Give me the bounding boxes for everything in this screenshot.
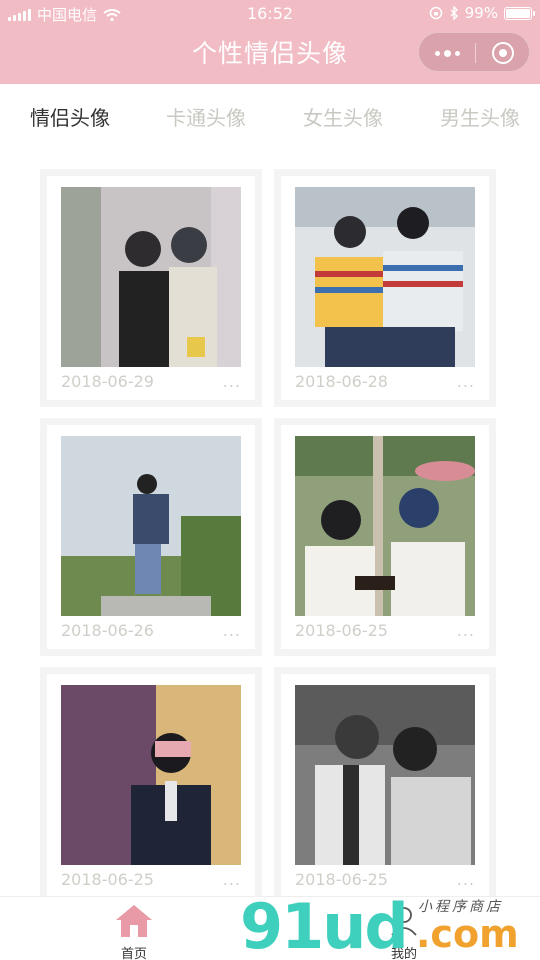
avatar-card[interactable]: 2018-06-28 ... bbox=[274, 169, 496, 407]
miniprogram-capsule bbox=[418, 32, 530, 72]
item-date: 2018-06-25 bbox=[295, 870, 388, 889]
tab-cartoon-avatar[interactable]: 卡通头像 bbox=[166, 102, 246, 131]
more-icon[interactable]: ... bbox=[457, 870, 475, 889]
avatar-photo bbox=[61, 436, 241, 616]
category-tabs: 情侣头像 卡通头像 女生头像 男生头像 bbox=[0, 84, 540, 146]
avatar-photo bbox=[295, 436, 475, 616]
item-date: 2018-06-28 bbox=[295, 372, 388, 391]
tab-couple-avatar[interactable]: 情侣头像 bbox=[30, 102, 110, 131]
close-miniprogram-button[interactable] bbox=[475, 33, 531, 73]
tab-girl-avatar[interactable]: 女生头像 bbox=[303, 102, 383, 131]
avatar-card[interactable]: 2018-06-26 ... bbox=[40, 418, 262, 656]
avatar-photo bbox=[61, 685, 241, 865]
more-icon[interactable]: ... bbox=[223, 870, 241, 889]
watermark-brand: 91ud bbox=[240, 890, 409, 960]
item-date: 2018-06-29 bbox=[61, 372, 154, 391]
close-circle-icon bbox=[492, 42, 514, 64]
watermark-suffix: .com bbox=[416, 912, 519, 956]
home-icon bbox=[116, 905, 152, 937]
item-date: 2018-06-25 bbox=[295, 621, 388, 640]
watermark-logo: 91ud 小程序商店 .com bbox=[240, 890, 540, 960]
more-menu-button[interactable] bbox=[419, 33, 475, 73]
battery-icon bbox=[504, 6, 535, 20]
item-date: 2018-06-25 bbox=[61, 870, 154, 889]
more-icon[interactable]: ... bbox=[457, 372, 475, 391]
avatar-card[interactable]: 2018-06-25 ... bbox=[274, 418, 496, 656]
avatar-photo bbox=[61, 187, 241, 367]
avatar-photo bbox=[295, 685, 475, 865]
avatar-card[interactable]: 2018-06-29 ... bbox=[40, 169, 262, 407]
item-date: 2018-06-26 bbox=[61, 621, 154, 640]
avatar-photo bbox=[295, 187, 475, 367]
header-bar: 中国电信 16:52 99% 个性情侣头像 bbox=[0, 0, 540, 84]
more-icon[interactable]: ... bbox=[457, 621, 475, 640]
status-bar: 中国电信 16:52 99% bbox=[0, 0, 540, 28]
more-icon[interactable]: ... bbox=[223, 372, 241, 391]
bottom-tab-home[interactable]: 首页 bbox=[74, 897, 194, 960]
battery-percent: 99% bbox=[464, 4, 498, 22]
bluetooth-icon bbox=[450, 6, 458, 20]
tab-boy-avatar[interactable]: 男生头像 bbox=[440, 102, 520, 131]
more-icon[interactable]: ... bbox=[223, 621, 241, 640]
avatar-card[interactable]: 2018-06-25 ... bbox=[274, 667, 496, 905]
bottom-tab-label: 首页 bbox=[120, 947, 147, 960]
lock-rotation-icon bbox=[429, 6, 442, 20]
avatar-card[interactable]: 2018-06-25 ... bbox=[40, 667, 262, 905]
